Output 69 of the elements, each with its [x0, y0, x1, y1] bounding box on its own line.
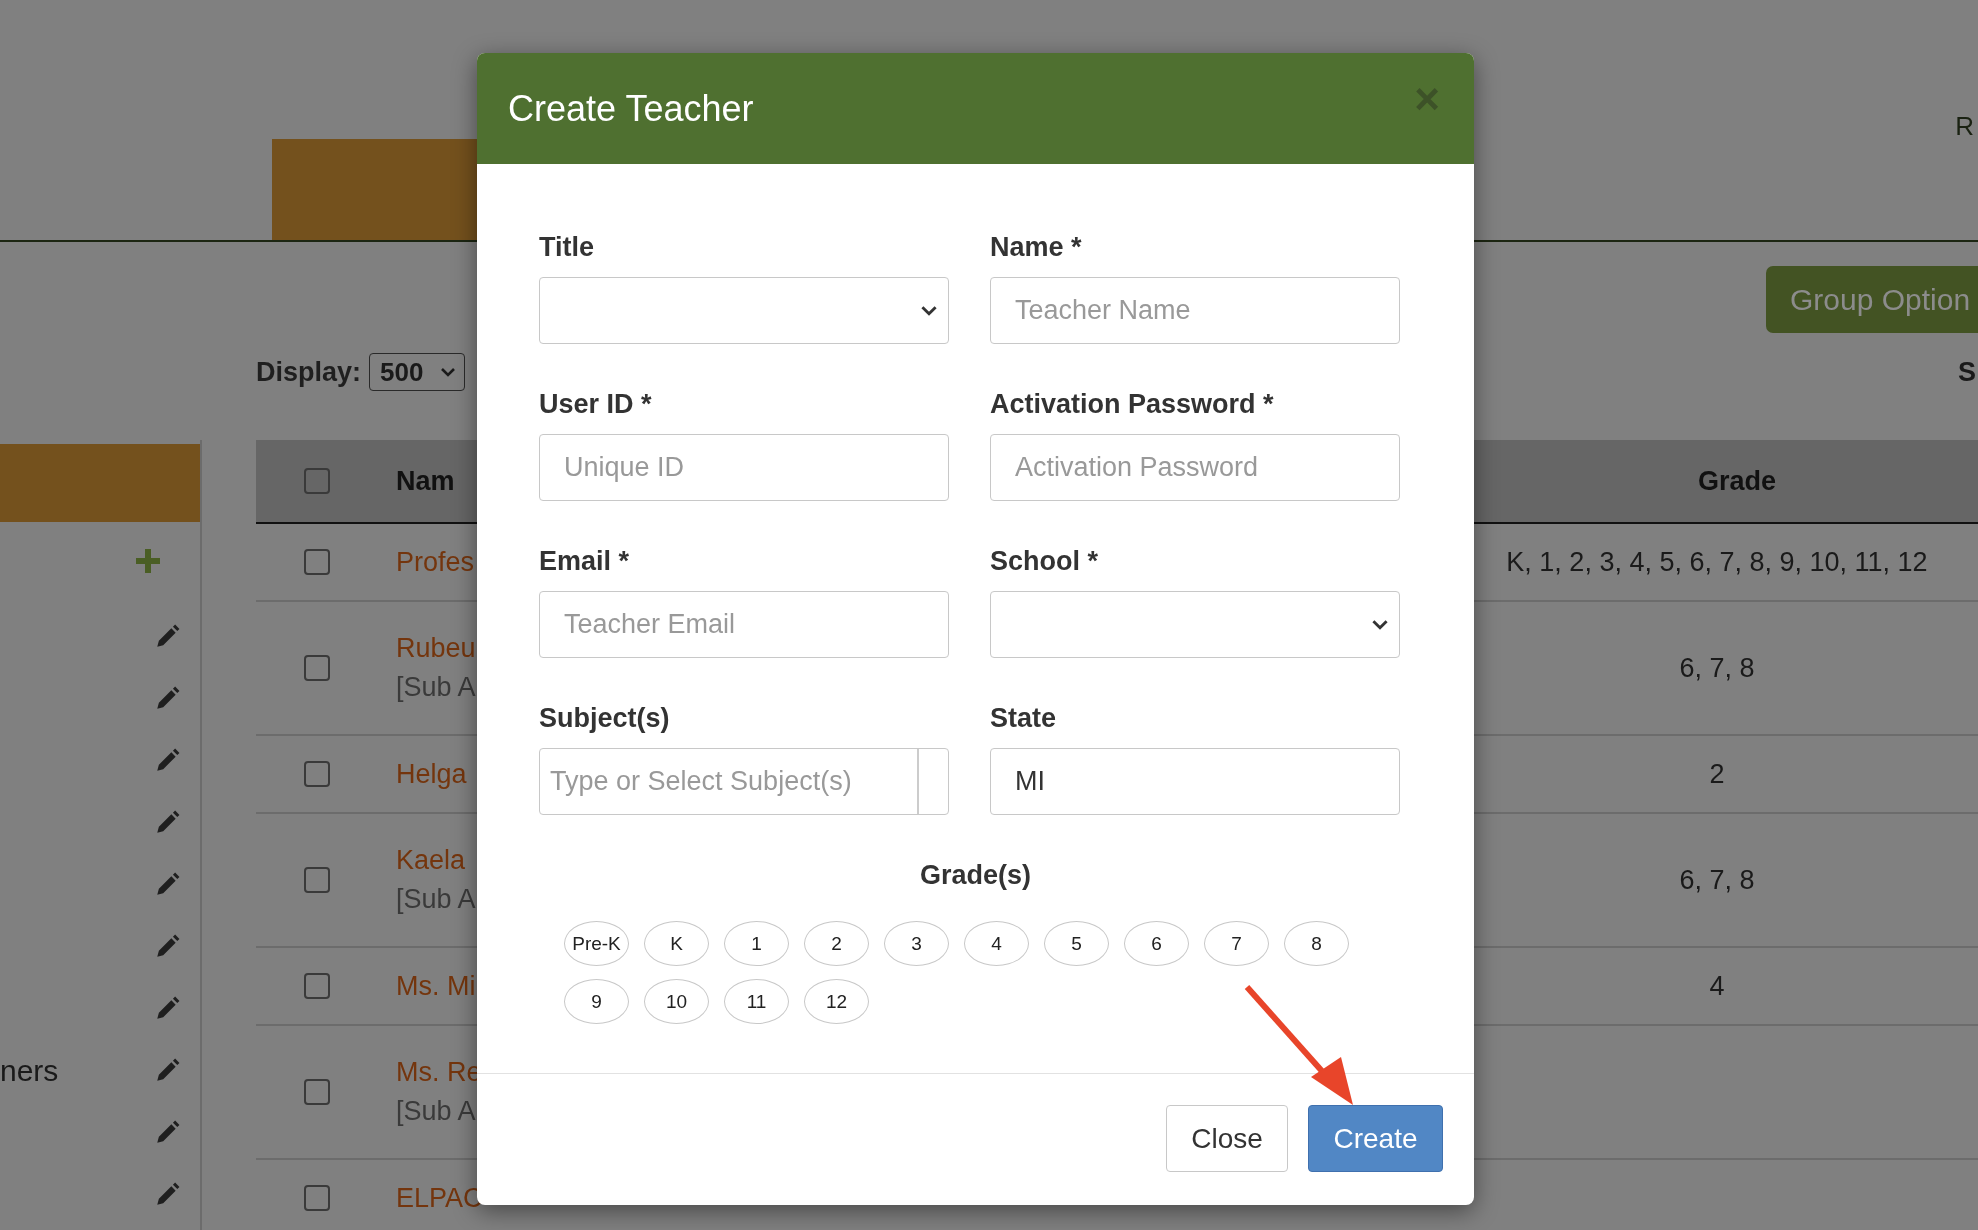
sub-account-text: [Sub A — [396, 672, 477, 703]
input-field[interactable]: MI — [990, 748, 1400, 815]
row-checkbox[interactable] — [304, 761, 330, 787]
label-text: S — [1958, 356, 1976, 388]
input-field[interactable]: Unique ID — [539, 434, 949, 501]
field-label: Title — [539, 232, 595, 263]
pencil-icon[interactable] — [154, 934, 180, 960]
table-cell: 6, 7, 8 — [1679, 652, 1755, 683]
grade-chip[interactable]: 6 — [1124, 921, 1189, 966]
field-label: Email * — [539, 546, 631, 577]
pencil-icon[interactable] — [154, 686, 180, 712]
grade-chip[interactable]: 2 — [804, 921, 869, 966]
table-cell: 6, 7, 8 — [1679, 864, 1755, 895]
row-checkbox[interactable] — [304, 549, 330, 575]
chevron-down-icon — [440, 367, 457, 377]
grade-chip[interactable]: 11 — [724, 979, 789, 1024]
input-field[interactable]: Activation Password — [990, 434, 1400, 501]
input-field[interactable]: Type or Select Subject(s) — [539, 748, 949, 815]
close-button[interactable]: Close — [1166, 1105, 1288, 1172]
select-all-checkbox[interactable] — [304, 468, 330, 494]
row-checkbox[interactable] — [304, 655, 330, 681]
row-checkbox[interactable] — [304, 1079, 330, 1105]
pencil-icon[interactable] — [154, 872, 180, 898]
pencil-icon[interactable] — [154, 624, 180, 650]
pencil-icon[interactable] — [154, 1058, 180, 1084]
table-cell: 4 — [1709, 970, 1725, 1001]
create-button[interactable]: Create — [1308, 1105, 1443, 1172]
select-field[interactable] — [539, 277, 949, 344]
pencil-icon[interactable] — [154, 996, 180, 1022]
section-label: Grade(s) — [918, 860, 1032, 891]
chevron-down-icon — [1371, 619, 1389, 630]
field-label: State — [990, 703, 1058, 734]
sub-account-text: [Sub A — [396, 1096, 477, 1127]
field-label: School * — [990, 546, 1099, 577]
grade-chip[interactable]: 10 — [644, 979, 709, 1024]
select-field[interactable] — [990, 591, 1400, 658]
grade-chip[interactable]: 12 — [804, 979, 869, 1024]
grade-chip[interactable]: 8 — [1284, 921, 1349, 966]
row-checkbox[interactable] — [304, 973, 330, 999]
row-checkbox[interactable] — [304, 1185, 330, 1211]
pencil-icon[interactable] — [154, 810, 180, 836]
grade-chip[interactable]: Pre-K — [564, 921, 629, 966]
input-field[interactable]: Teacher Name — [990, 277, 1400, 344]
grade-chip[interactable]: 1 — [724, 921, 789, 966]
pencil-icon[interactable] — [154, 1182, 180, 1208]
table-cell: K, 1, 2, 3, 4, 5, 6, 7, 8, 9, 10, 11, 12 — [1506, 546, 1928, 577]
grade-chip[interactable]: K — [644, 921, 709, 966]
grade-chip[interactable]: 7 — [1204, 921, 1269, 966]
sidebar-item[interactable]: ners — [0, 1054, 59, 1088]
dialog-title: Create Teacher — [508, 87, 754, 130]
pencil-icon[interactable] — [154, 1120, 180, 1146]
display-select[interactable]: 500 — [369, 353, 466, 391]
sub-account-text: [Sub A — [396, 884, 477, 915]
grade-chip[interactable]: 3 — [884, 921, 949, 966]
table-cell: 2 — [1709, 758, 1725, 789]
row-checkbox[interactable] — [304, 867, 330, 893]
display-label: Display: — [256, 356, 362, 388]
grade-chip[interactable]: 5 — [1044, 921, 1109, 966]
nav-link[interactable]: R — [1955, 110, 1974, 142]
input-field[interactable]: Teacher Email — [539, 591, 949, 658]
field-label: Subject(s) — [539, 703, 671, 734]
field-label: Name * — [990, 232, 1083, 263]
grade-chip[interactable]: 9 — [564, 979, 629, 1024]
pencil-icon[interactable] — [154, 748, 180, 774]
grade-chip[interactable]: 4 — [964, 921, 1029, 966]
plus-icon[interactable] — [136, 549, 160, 573]
field-label: User ID * — [539, 389, 653, 420]
chevron-down-icon — [920, 305, 938, 316]
field-label: Activation Password * — [990, 389, 1275, 420]
